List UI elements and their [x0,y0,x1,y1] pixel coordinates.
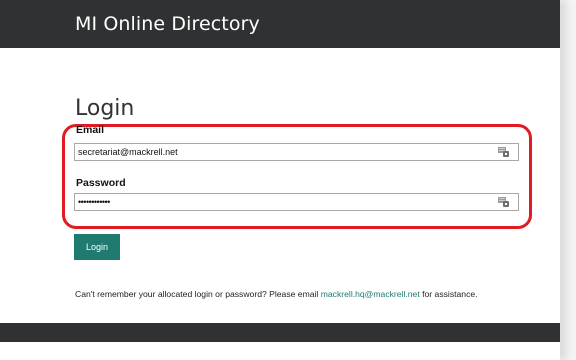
highlight-annotation [62,124,532,229]
page: MI Online Directory Login Email secretar… [0,0,560,360]
header-bar: MI Online Directory [0,0,560,48]
footer-bar [0,323,560,342]
email-field[interactable]: secretariat@mackrell.net [74,143,519,161]
password-field[interactable]: •••••••••••• [74,193,519,211]
email-label: Email [76,124,105,136]
site-title: MI Online Directory [75,13,260,35]
help-suffix: for assistance. [422,289,478,299]
help-text: Can't remember your allocated login or p… [75,289,478,299]
login-button[interactable]: Login [74,234,120,260]
password-manager-key-icon[interactable] [498,197,509,207]
password-manager-key-icon[interactable] [498,147,509,157]
login-heading: Login [75,96,135,121]
email-value: secretariat@mackrell.net [78,147,178,157]
password-value: •••••••••••• [78,197,110,207]
help-prefix: Can't remember your allocated login or p… [75,289,319,299]
password-label: Password [76,177,126,189]
support-email-link[interactable]: mackrell.hq@mackrell.net [321,289,420,299]
